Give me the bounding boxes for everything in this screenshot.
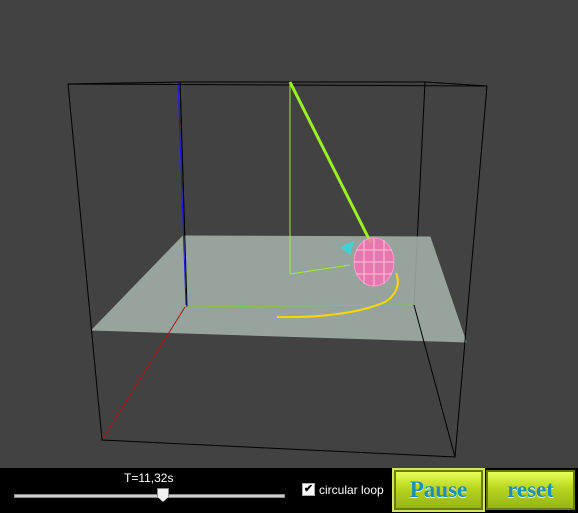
slider-thumb[interactable] [157, 488, 169, 502]
circular-loop-checkbox[interactable]: ✔ [302, 483, 315, 496]
simulation-app: T=11,32s ✔ circular loop Pause reset [0, 0, 578, 513]
circular-loop-label[interactable]: circular loop [319, 483, 384, 497]
time-slider[interactable] [14, 488, 285, 503]
scene-canvas[interactable] [0, 0, 578, 468]
pendulum-string [288, 81, 373, 244]
reset-button[interactable]: reset [486, 470, 575, 510]
floor-plane [90, 235, 467, 343]
box-edge-top-left [67, 81, 181, 85]
pendulum-bob[interactable] [353, 237, 395, 287]
time-label: T=11,32s [124, 471, 174, 485]
3d-viewport[interactable] [0, 0, 578, 468]
slider-track[interactable] [14, 494, 285, 498]
pause-button[interactable]: Pause [392, 468, 485, 512]
